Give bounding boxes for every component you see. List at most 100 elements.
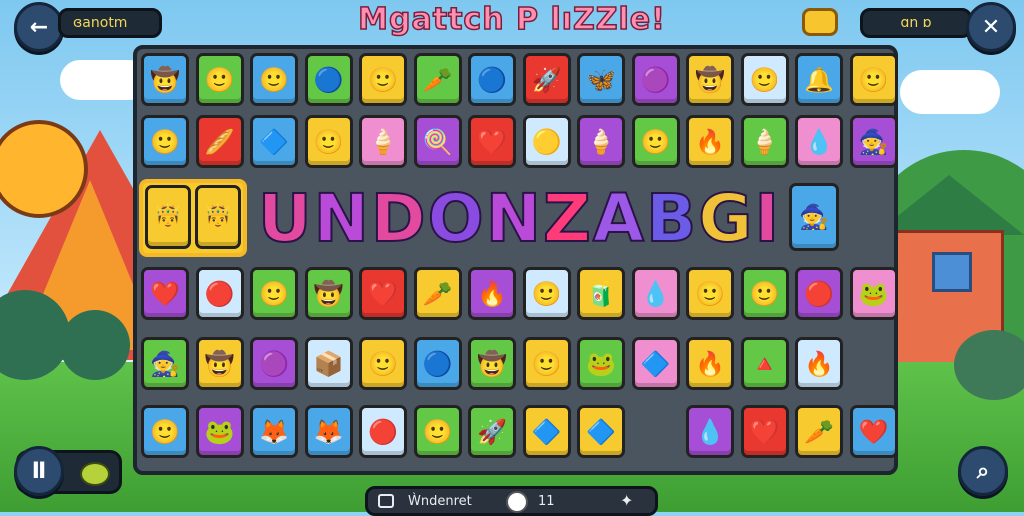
match-tile[interactable]: 🙂 (740, 53, 789, 106)
match-tile[interactable]: 🥕 (795, 405, 843, 458)
match-tile[interactable]: 🚀 (522, 53, 571, 106)
banner-letter: Z (542, 179, 593, 258)
match-tile[interactable]: 🔥 (468, 267, 516, 320)
match-tile[interactable]: 🐸 (577, 337, 625, 390)
match-tile[interactable]: 🦊 (304, 405, 353, 458)
match-tile[interactable]: 🐸 (849, 267, 898, 320)
banner-letter: G (697, 179, 755, 258)
match-tile[interactable]: 🤠 (304, 267, 353, 320)
match-tile[interactable]: 🍦 (359, 115, 407, 168)
match-tile[interactable]: ❤️ (359, 267, 407, 320)
match-tile[interactable]: 📦 (304, 337, 353, 390)
match-tile[interactable]: 🔔 (795, 53, 843, 106)
match-tile[interactable]: 🙂 (250, 267, 298, 320)
match-tile[interactable]: 🙂 (304, 115, 353, 168)
wizard-tile[interactable]: 🧙 (789, 183, 839, 251)
cloud (900, 70, 1000, 114)
match-tile[interactable]: 🥕 (413, 53, 462, 106)
match-tile[interactable]: 🔵 (413, 337, 462, 390)
match-tile[interactable]: ❤️ (849, 405, 898, 458)
score-counter: ɑn ɒ (860, 8, 972, 38)
match-tile[interactable]: 🟣 (250, 337, 298, 390)
banner-letter: N (313, 179, 371, 258)
magnifier-icon: ⌕ (976, 458, 990, 484)
match-tile[interactable]: 🤠 (468, 337, 516, 390)
house-window (932, 252, 972, 292)
match-tile[interactable]: 🧙 (849, 115, 898, 168)
match-tile[interactable]: 🔷 (250, 115, 298, 168)
match-tile[interactable]: 🧙 (141, 337, 189, 390)
match-tile[interactable]: 🙂 (141, 115, 189, 168)
match-tile[interactable]: 🔷 (631, 337, 680, 390)
close-icon: ✕ (981, 14, 1001, 40)
banner-letter: N (485, 179, 543, 258)
toolbar-toggle[interactable] (506, 491, 528, 513)
match-tile[interactable]: 🙂 (141, 405, 189, 458)
close-button[interactable]: ✕ (966, 2, 1016, 52)
banner-letter: D (370, 179, 428, 258)
match-tile[interactable]: 🔷 (577, 405, 625, 458)
match-tile[interactable]: 🍦 (577, 115, 625, 168)
banner-letter: O (427, 179, 486, 258)
match-tile[interactable]: 🙂 (849, 53, 898, 106)
match-tile[interactable]: 🚀 (468, 405, 516, 458)
plus-icon[interactable]: ✦ (620, 491, 633, 510)
match-tile[interactable]: 🙂 (413, 405, 462, 458)
match-tile[interactable]: 🥖 (195, 115, 244, 168)
king-tile[interactable]: 🤴 (195, 185, 241, 249)
pause-icon: Ⅱ (31, 458, 47, 484)
match-tile[interactable]: 🙂 (522, 337, 571, 390)
match-tile[interactable]: 🔴 (195, 267, 244, 320)
coin-stack-icon (802, 8, 838, 36)
match-tile[interactable]: 🥕 (413, 267, 462, 320)
match-tile[interactable]: 🙂 (686, 267, 734, 320)
lemon-icon (80, 462, 110, 486)
match-tile[interactable]: 🙂 (195, 53, 244, 106)
match-tile[interactable]: 🙂 (740, 267, 789, 320)
match-tile[interactable]: 🙂 (359, 53, 407, 106)
banner-letter: I (753, 179, 782, 258)
match-tile[interactable]: 🍦 (740, 115, 789, 168)
frame-icon[interactable] (378, 494, 394, 508)
hint-button[interactable]: ⌕ (958, 446, 1008, 496)
match-tile[interactable]: 🤠 (195, 337, 244, 390)
match-tile[interactable]: 🔴 (359, 405, 407, 458)
match-tile[interactable]: 💧 (631, 267, 680, 320)
match-tile[interactable]: 🤠 (686, 53, 734, 106)
match-tile[interactable]: 🐸 (195, 405, 244, 458)
match-tile[interactable]: 🧃 (577, 267, 625, 320)
banner-letter: U (257, 179, 314, 258)
king-tile[interactable]: 🤴 (145, 185, 191, 249)
match-tile[interactable]: ❤️ (468, 115, 516, 168)
banner-word: UNDONZABGI (257, 178, 782, 258)
bush (954, 330, 1024, 400)
match-tile[interactable]: 💧 (795, 115, 843, 168)
match-tile[interactable]: 🔥 (686, 337, 734, 390)
match-tile[interactable]: 🙂 (250, 53, 298, 106)
match-tile[interactable]: 🔥 (686, 115, 734, 168)
match-tile[interactable]: 🙂 (631, 115, 680, 168)
match-tile[interactable]: 💧 (686, 405, 734, 458)
match-tile[interactable]: 🤠 (141, 53, 189, 106)
match-tile[interactable]: 🙂 (522, 267, 571, 320)
game-board: 🤠 🙂 🙂 🔵 🙂 🥕 🔵 🚀 🦋 🟣 🤠 🙂 🔔 🙂 🙂 🥖 🔷 🙂 🍦 🍭 ❤️ 🟡 🍦 🙂 🔥 🍦 💧 🧙 ❤️ 🔴 🙂 🤠 ❤️ 🥕 🔥 🙂 🧃… (133, 45, 898, 475)
match-tile[interactable]: 🔵 (468, 53, 516, 106)
match-tile[interactable]: 🟣 (631, 53, 680, 106)
match-tile[interactable]: 🔺 (740, 337, 789, 390)
match-tile[interactable]: 🍭 (413, 115, 462, 168)
match-tile[interactable]: 🔴 (795, 267, 843, 320)
toolbar-count: 11 (538, 494, 555, 509)
bush (60, 310, 130, 380)
score-counter-value: ɑn ɒ (900, 15, 932, 31)
match-tile[interactable]: ❤️ (141, 267, 189, 320)
match-tile[interactable]: 🙂 (359, 337, 407, 390)
match-tile[interactable]: 🦋 (577, 53, 625, 106)
match-tile[interactable]: 🔥 (795, 337, 843, 390)
banner-letter: B (645, 179, 699, 258)
match-tile[interactable]: 🟡 (522, 115, 571, 168)
match-tile[interactable]: 🦊 (250, 405, 298, 458)
match-tile[interactable]: 🔵 (304, 53, 353, 106)
match-tile[interactable]: 🔷 (522, 405, 571, 458)
match-tile[interactable]: ❤️ (740, 405, 789, 458)
pause-button[interactable]: Ⅱ (14, 446, 64, 496)
